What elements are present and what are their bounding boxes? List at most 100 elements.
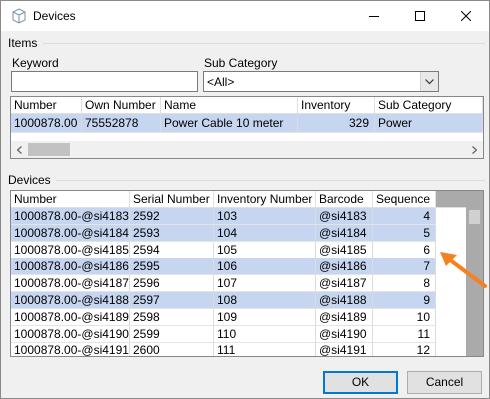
close-icon	[461, 11, 471, 21]
device-inventory-cell: 105	[214, 241, 316, 259]
scroll-thumb[interactable]	[28, 143, 70, 156]
device-sequence-cell: 11	[373, 325, 436, 343]
device-serial-cell: 2599	[130, 325, 214, 343]
chevron-right-icon	[472, 145, 477, 154]
devices-dialog: Devices Items Keyword Sub Category <All>…	[0, 0, 490, 399]
devices-col-serial-number[interactable]: Serial Number	[130, 191, 214, 208]
device-table-row[interactable]: 1000878.00-@si4186 2595 106 @si4186 7	[11, 258, 436, 276]
device-inventory-cell: 109	[214, 308, 316, 326]
vertical-scroll-thumb[interactable]	[469, 210, 480, 224]
device-table-row[interactable]: 1000878.00-@si4183 2592 103 @si4183 4	[11, 208, 436, 225]
device-serial-cell: 2595	[130, 258, 214, 276]
scroll-right-button[interactable]	[466, 141, 483, 158]
minimize-icon	[369, 16, 379, 17]
device-number-cell: 1000878.00-@si4185	[11, 241, 130, 259]
subcategory-value: <All>	[207, 75, 235, 89]
items-col-inventory[interactable]: Inventory	[298, 97, 375, 114]
device-serial-cell: 2597	[130, 292, 214, 309]
subcategory-select[interactable]: <All>	[203, 71, 439, 92]
devices-col-number[interactable]: Number	[11, 191, 130, 208]
items-horizontal-scrollbar[interactable]	[11, 141, 483, 158]
device-serial-cell: 2596	[130, 275, 214, 293]
item-own-number-cell: 75552878	[82, 114, 161, 133]
device-number-cell: 1000878.00-@si4189	[11, 308, 130, 326]
devices-group-label: Devices	[8, 173, 51, 187]
device-number-cell: 1000878.00-@si4190	[11, 325, 130, 343]
device-table-row[interactable]: 1000878.00-@si4184 2593 104 @si4184 5	[11, 224, 436, 242]
keyword-label: Keyword	[12, 56, 59, 70]
devices-col-inventory-number[interactable]: Inventory Number	[214, 191, 316, 208]
device-barcode-cell: @si4184	[316, 224, 373, 242]
scroll-left-button[interactable]	[11, 141, 28, 158]
device-table-row[interactable]: 1000878.00-@si4185 2594 105 @si4185 6	[11, 241, 436, 259]
device-barcode-cell: @si4183	[316, 208, 373, 225]
devices-col-sequence[interactable]: Sequence	[373, 191, 436, 208]
maximize-icon	[415, 11, 425, 21]
device-table-row[interactable]: 1000878.00-@si4187 2596 107 @si4187 8	[11, 275, 436, 293]
keyword-input[interactable]	[11, 71, 198, 92]
device-serial-cell: 2594	[130, 241, 214, 259]
subcategory-label: Sub Category	[204, 56, 278, 70]
device-barcode-cell: @si4190	[316, 325, 373, 343]
chevron-left-icon	[17, 145, 22, 154]
close-button[interactable]	[443, 1, 489, 31]
device-table-row[interactable]: 1000878.00-@si4188 2597 108 @si4188 9	[11, 292, 436, 309]
device-inventory-cell: 103	[214, 208, 316, 225]
chevron-down-icon	[425, 78, 434, 84]
device-inventory-cell: 106	[214, 258, 316, 276]
maximize-button[interactable]	[397, 1, 443, 31]
devices-grid[interactable]: Number Serial Number Inventory Number Ba…	[10, 190, 484, 357]
devices-header-filler	[436, 191, 466, 208]
device-number-cell: 1000878.00-@si4184	[11, 224, 130, 242]
device-serial-cell: 2593	[130, 224, 214, 242]
device-barcode-cell: @si4188	[316, 292, 373, 309]
items-col-sub-category[interactable]: Sub Category	[375, 97, 483, 114]
device-sequence-cell: 7	[373, 258, 436, 276]
device-sequence-cell: 8	[373, 275, 436, 293]
device-sequence-cell: 4	[373, 208, 436, 225]
device-number-cell: 1000878.00-@si4188	[11, 292, 130, 309]
item-number-cell: 1000878.00	[11, 114, 82, 133]
device-barcode-cell: @si4186	[316, 258, 373, 276]
device-serial-cell: 2600	[130, 342, 214, 356]
device-barcode-cell: @si4185	[316, 241, 373, 259]
annotation-arrow-icon	[440, 252, 487, 288]
items-group-label: Items	[8, 36, 38, 50]
device-barcode-cell: @si4191	[316, 342, 373, 356]
devices-group-divider	[56, 180, 485, 181]
device-inventory-cell: 110	[214, 325, 316, 343]
device-sequence-cell: 5	[373, 224, 436, 242]
item-sub-category-cell: Power	[375, 114, 483, 133]
device-inventory-cell: 108	[214, 292, 316, 309]
item-inventory-cell: 329	[298, 114, 375, 133]
device-number-cell: 1000878.00-@si4183	[11, 208, 130, 225]
device-sequence-cell: 6	[373, 241, 436, 259]
cube-icon	[11, 8, 27, 24]
cancel-button[interactable]: Cancel	[407, 371, 482, 394]
combo-dropdown-button[interactable]	[420, 72, 438, 91]
device-inventory-cell: 107	[214, 275, 316, 293]
device-barcode-cell: @si4189	[316, 308, 373, 326]
items-table-row[interactable]: 1000878.00 75552878 Power Cable 10 meter…	[11, 114, 483, 133]
window-title: Devices	[33, 9, 76, 23]
device-table-row[interactable]: 1000878.00-@si4189 2598 109 @si4189 10	[11, 308, 436, 326]
title-bar: Devices	[1, 1, 489, 31]
device-number-cell: 1000878.00-@si4186	[11, 258, 130, 276]
device-serial-cell: 2598	[130, 308, 214, 326]
devices-col-barcode[interactable]: Barcode	[316, 191, 373, 208]
items-col-number[interactable]: Number	[11, 97, 82, 114]
device-table-row[interactable]: 1000878.00-@si4190 2599 110 @si4190 11	[11, 325, 436, 343]
device-sequence-cell: 9	[373, 292, 436, 309]
minimize-button[interactable]	[351, 1, 397, 31]
items-col-name[interactable]: Name	[161, 97, 298, 114]
device-sequence-cell: 12	[373, 342, 436, 356]
device-number-cell: 1000878.00-@si4187	[11, 275, 130, 293]
device-number-cell: 1000878.00-@si4191	[11, 342, 130, 356]
items-grid[interactable]: Number Own Number Name Inventory Sub Cat…	[10, 96, 484, 159]
item-name-cell: Power Cable 10 meter	[161, 114, 298, 133]
device-inventory-cell: 104	[214, 224, 316, 242]
device-sequence-cell: 10	[373, 308, 436, 326]
device-table-row[interactable]: 1000878.00-@si4191 2600 111 @si4191 12	[11, 342, 436, 356]
ok-button[interactable]: OK	[323, 371, 398, 394]
items-col-own-number[interactable]: Own Number	[82, 97, 161, 114]
